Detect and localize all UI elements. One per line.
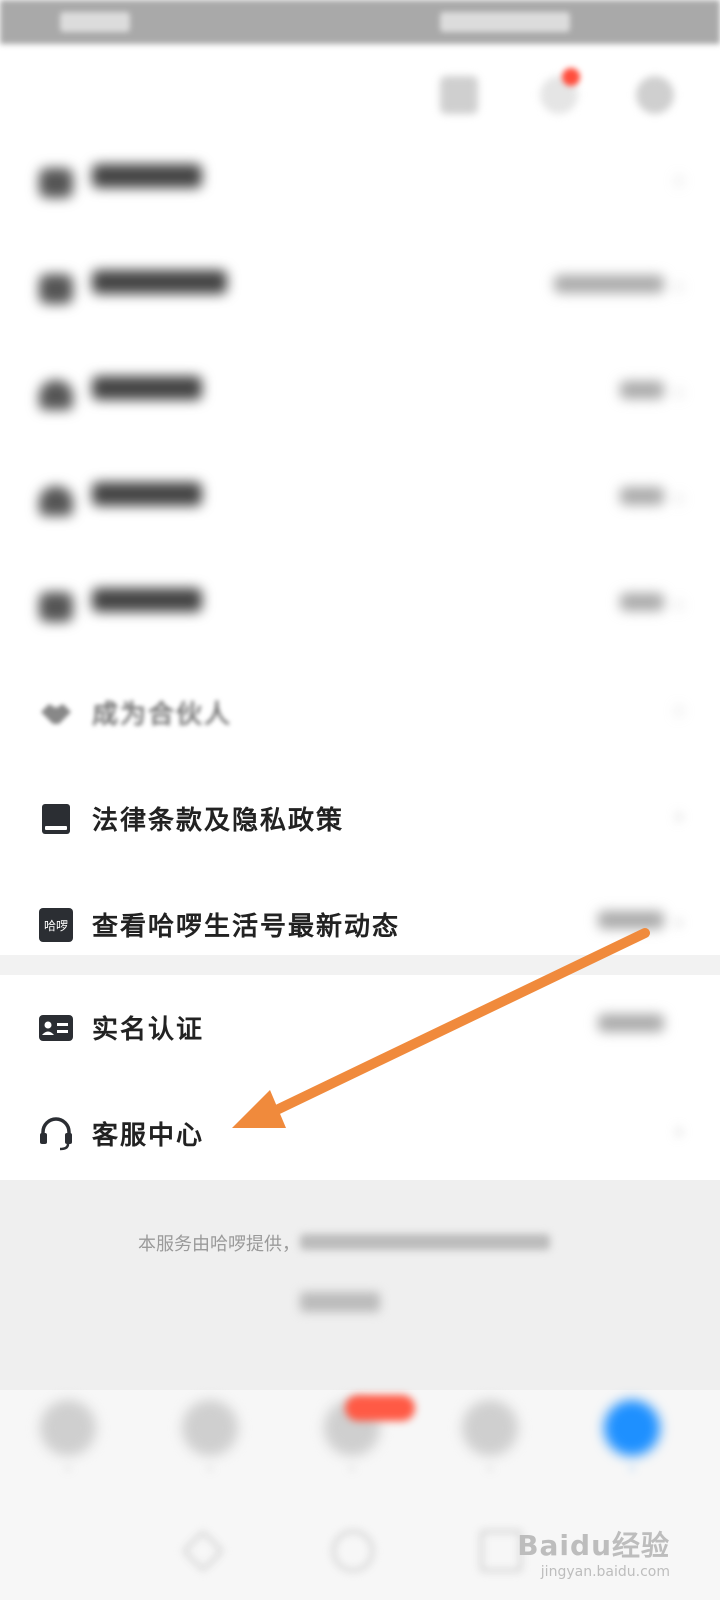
- menu-item-label: 实名认证: [92, 1015, 205, 1045]
- book-icon: [38, 801, 74, 837]
- menu-item-label: 客服中心: [92, 1121, 205, 1151]
- menu-icon-blurred: [38, 165, 74, 201]
- menu-item-value-blurred: [554, 274, 664, 298]
- menu-item-label-blurred: ​: [92, 164, 202, 195]
- account-service-list: 实名认证 客服中心 ›: [0, 975, 720, 1187]
- back-icon[interactable]: [181, 1529, 225, 1573]
- menu-icon-blurred: [38, 589, 74, 625]
- tab-icon-active: [604, 1400, 660, 1456]
- tab-label-blurred: ··: [205, 1462, 215, 1478]
- menu-item-label-blurred: [92, 588, 202, 619]
- menu-item-value-blurred: [620, 592, 664, 616]
- recents-icon[interactable]: [480, 1530, 522, 1572]
- baidu-watermark: Baidu经验 jingyan.baidu.com: [517, 1529, 670, 1580]
- menu-item-label: 法律条款及隐私政策: [92, 806, 345, 836]
- status-bar: [0, 0, 720, 44]
- chevron-right-icon: ›: [674, 484, 684, 512]
- tab-label-blurred: ··: [63, 1462, 73, 1478]
- id-card-icon: [38, 1010, 74, 1046]
- headset-icon: [38, 1116, 74, 1152]
- menu-item-label-blurred: [92, 482, 202, 513]
- scan-icon[interactable]: [440, 76, 478, 114]
- tab-second[interactable]: ··: [170, 1400, 250, 1490]
- tab-icon: [40, 1400, 96, 1456]
- menu-item-blurred-3[interactable]: ›: [0, 342, 720, 448]
- footer-service-text: 本服务由哈啰提供，: [138, 1230, 550, 1256]
- menu-item-label-blurred: [92, 270, 227, 301]
- menu-item-value-blurred: [598, 1013, 664, 1037]
- tab-home[interactable]: ··: [28, 1400, 108, 1490]
- tab-label-blurred: ··: [627, 1462, 637, 1478]
- menu-icon-blurred: [38, 377, 74, 413]
- chevron-right-icon: ›: [674, 696, 684, 724]
- menu-item-value-blurred: [620, 380, 664, 404]
- chevron-right-icon: ›: [674, 908, 684, 936]
- tab-icon: [462, 1400, 518, 1456]
- menu-icon-blurred: [38, 271, 74, 307]
- tab-icon: [182, 1400, 238, 1456]
- tab-badge: [345, 1395, 415, 1421]
- chevron-right-icon: ›: [674, 166, 684, 194]
- menu-item-blurred-1[interactable]: ​ ›: [0, 130, 720, 236]
- status-bar-indicators: [440, 12, 570, 32]
- chevron-right-icon: ›: [674, 1117, 684, 1145]
- footer-area: 本服务由哈啰提供，: [0, 1180, 720, 1390]
- notification-dot: [562, 68, 580, 86]
- menu-item-label: 成为合伙人: [92, 700, 233, 730]
- chevron-right-icon: ›: [674, 590, 684, 618]
- hello-logo-icon: 哈啰: [38, 907, 74, 943]
- menu-item-blurred-5[interactable]: ›: [0, 554, 720, 660]
- tab-label-blurred: ··: [485, 1462, 495, 1478]
- settings-icon[interactable]: [636, 76, 674, 114]
- footer-link-blurred[interactable]: [300, 1292, 380, 1317]
- menu-item-blurred-4[interactable]: ›: [0, 448, 720, 554]
- top-action-icons: [440, 68, 680, 116]
- tab-fourth[interactable]: ··: [450, 1400, 530, 1490]
- menu-item-real-name[interactable]: 实名认证: [0, 975, 720, 1081]
- status-bar-time: [60, 12, 130, 32]
- section-divider: [0, 955, 720, 975]
- menu-item-legal[interactable]: 法律条款及隐私政策 ›: [0, 766, 720, 872]
- handshake-icon: [38, 695, 74, 731]
- chevron-right-icon: ›: [674, 378, 684, 406]
- menu-list: ​ › › › › › 成为合伙人 › 法律条款及隐私政策 ›: [0, 130, 720, 978]
- tab-label-blurred: ··: [347, 1462, 357, 1478]
- menu-item-partner[interactable]: 成为合伙人 ›: [0, 660, 720, 766]
- menu-item-blurred-2[interactable]: ›: [0, 236, 720, 342]
- home-icon[interactable]: [332, 1530, 374, 1572]
- menu-icon-blurred: [38, 483, 74, 519]
- tab-mine[interactable]: ··: [592, 1400, 672, 1490]
- menu-item-value-blurred: [598, 910, 664, 934]
- chevron-right-icon: ›: [674, 272, 684, 300]
- menu-item-value-blurred: [620, 486, 664, 510]
- menu-item-label: 查看哈啰生活号最新动态: [92, 912, 401, 942]
- menu-item-customer-service[interactable]: 客服中心 ›: [0, 1081, 720, 1187]
- menu-item-label-blurred: [92, 376, 202, 407]
- chevron-right-icon: ›: [674, 802, 684, 830]
